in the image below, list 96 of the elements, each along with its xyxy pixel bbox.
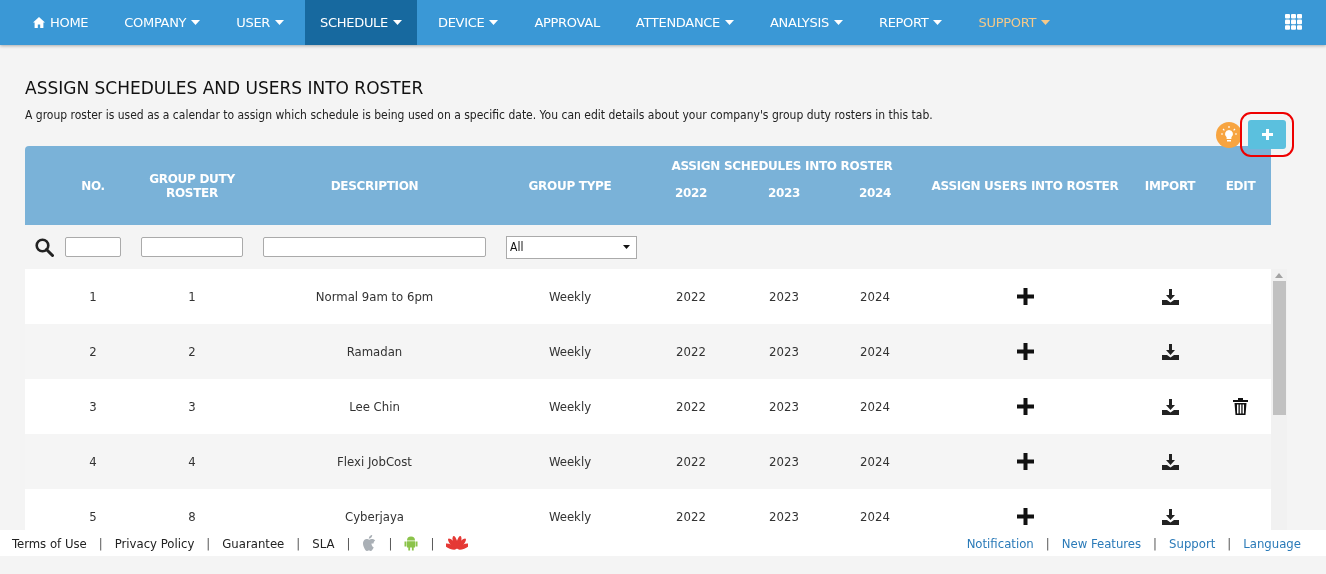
- download-icon[interactable]: [1161, 453, 1179, 470]
- page-title: ASSIGN SCHEDULES AND USERS INTO ROSTER: [25, 78, 425, 98]
- year-link[interactable]: 2024: [830, 344, 920, 359]
- column-header: NO.: [80, 177, 106, 195]
- table-cell-text: Weekly: [547, 454, 593, 469]
- caret-icon: [275, 20, 285, 25]
- plus-icon: [1261, 129, 1273, 140]
- filter-input[interactable]: [141, 237, 243, 257]
- separator: |: [98, 535, 103, 551]
- table-cell-text: Normal 9am to 6pm: [314, 289, 435, 304]
- download-icon[interactable]: [1161, 398, 1179, 415]
- table-cell-text: Weekly: [547, 509, 593, 524]
- column-group-header: ASSIGN SCHEDULES INTO ROSTER: [670, 158, 894, 175]
- table-cell-text: 5: [88, 509, 98, 524]
- download-icon[interactable]: [1161, 508, 1179, 525]
- column-header: DESCRIPTION: [329, 177, 420, 195]
- table-cell-text: Ramadan: [345, 344, 404, 359]
- separator: |: [430, 535, 435, 551]
- table-cell-text: Flexi JobCost: [336, 454, 413, 469]
- plus-icon[interactable]: [1016, 508, 1034, 525]
- table-cell-text: Lee Chin: [348, 399, 401, 414]
- column-header: IMPORT: [1143, 177, 1197, 195]
- footer-link[interactable]: Guarantee: [222, 535, 285, 551]
- caret-icon: [1041, 20, 1051, 25]
- caret-icon: [393, 20, 402, 25]
- year-link[interactable]: 2024: [830, 509, 920, 524]
- year-link[interactable]: 2023: [738, 289, 830, 304]
- search-icon: [35, 237, 54, 257]
- column-header: GROUP DUTY ROSTER: [148, 170, 236, 202]
- table-cell-text: Cyberjaya: [344, 509, 405, 524]
- year-link[interactable]: 2023: [738, 454, 830, 469]
- separator: |: [1227, 535, 1232, 551]
- home-icon: [33, 17, 45, 28]
- table-cell-text: 2: [88, 344, 98, 359]
- year-link[interactable]: 2022: [644, 289, 738, 304]
- flower-logo-icon[interactable]: [446, 535, 469, 551]
- column-header: 2023: [766, 186, 802, 202]
- table-cell-text: 1: [187, 289, 197, 304]
- column-header: GROUP TYPE: [527, 177, 613, 195]
- separator: |: [1153, 535, 1158, 551]
- table-cell-text: 2: [187, 344, 197, 359]
- year-link[interactable]: 2023: [738, 509, 830, 524]
- table-cell-text: Weekly: [547, 344, 593, 359]
- separator: |: [388, 535, 393, 551]
- apps-grid-icon[interactable]: [1285, 14, 1302, 30]
- caret-icon: [833, 20, 843, 25]
- year-link[interactable]: 2022: [644, 399, 738, 414]
- plus-icon[interactable]: [1016, 343, 1034, 360]
- column-header: 2024: [857, 186, 893, 202]
- table-cell-text: Weekly: [547, 289, 593, 304]
- table-cell-text: 1: [88, 289, 98, 304]
- table-cell-text: 4: [88, 454, 98, 469]
- plus-icon[interactable]: [1016, 398, 1034, 415]
- filter-input[interactable]: [263, 237, 486, 257]
- footer-link[interactable]: Language: [1243, 535, 1301, 551]
- download-icon[interactable]: [1161, 288, 1179, 305]
- year-link[interactable]: 2023: [738, 344, 830, 359]
- separator: |: [1045, 535, 1050, 551]
- separator: |: [296, 535, 301, 551]
- table-cell-text: Weekly: [547, 399, 593, 414]
- year-link[interactable]: 2024: [830, 289, 920, 304]
- group-type-select[interactable]: All: [506, 235, 637, 259]
- separator: |: [346, 535, 351, 551]
- download-icon[interactable]: [1161, 343, 1179, 360]
- nav-item[interactable]: SCHEDULE: [305, 0, 417, 45]
- lightbulb-icon[interactable]: [1216, 121, 1242, 148]
- caret-icon: [191, 20, 201, 25]
- year-link[interactable]: 2022: [644, 344, 738, 359]
- year-link[interactable]: 2023: [738, 399, 830, 414]
- table-cell-text: 3: [187, 399, 197, 414]
- table-cell-text: 3: [88, 399, 98, 414]
- plus-icon[interactable]: [1016, 453, 1034, 470]
- footer-link[interactable]: SLA: [312, 535, 335, 551]
- footer-link[interactable]: New Features: [1061, 535, 1142, 551]
- footer-link[interactable]: Notification: [966, 535, 1034, 551]
- caret-icon: [623, 245, 630, 249]
- year-link[interactable]: 2022: [644, 454, 738, 469]
- separator: |: [206, 535, 211, 551]
- column-header: ASSIGN USERS INTO ROSTER: [930, 177, 1120, 195]
- table-cell-text: 8: [187, 509, 197, 524]
- caret-icon: [725, 20, 734, 25]
- footer-link[interactable]: Support: [1169, 535, 1216, 551]
- page-description: A group roster is used as a calendar to assign which schedule is being used on a specific date. You can edit details about your company's group duty rosters in this tab.: [25, 107, 934, 123]
- filter-input[interactable]: [65, 237, 121, 257]
- column-header: 2022: [673, 186, 709, 202]
- plus-icon[interactable]: [1016, 288, 1034, 305]
- footer-link[interactable]: Terms of Use: [12, 535, 87, 551]
- caret-icon: [933, 20, 943, 25]
- year-link[interactable]: 2024: [830, 454, 920, 469]
- column-header: EDIT: [1224, 177, 1257, 195]
- year-link[interactable]: 2022: [644, 509, 738, 524]
- caret-icon: [489, 20, 499, 25]
- year-link[interactable]: 2024: [830, 399, 920, 414]
- trash-icon[interactable]: [1233, 398, 1248, 415]
- footer-link[interactable]: Privacy Policy: [114, 535, 195, 551]
- table-cell-text: 4: [187, 454, 197, 469]
